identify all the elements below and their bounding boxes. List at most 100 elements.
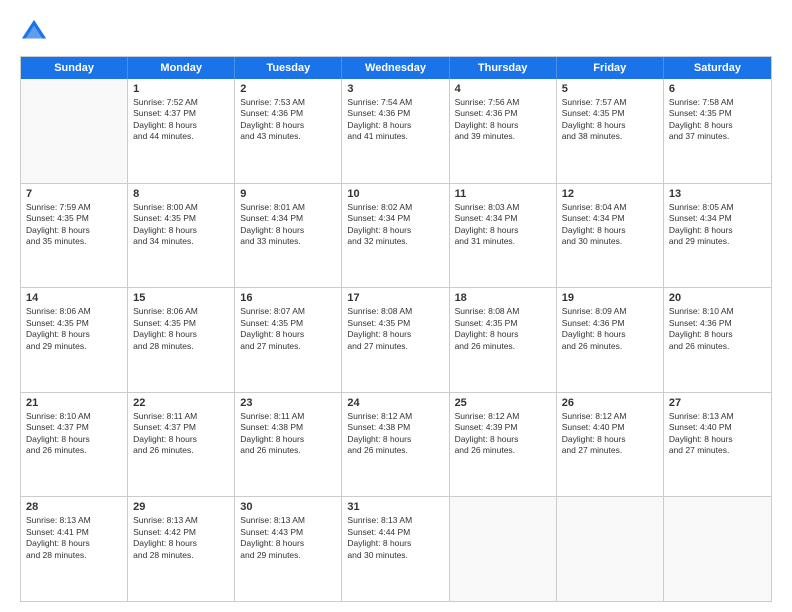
day-number: 5 bbox=[562, 83, 658, 95]
day-number: 13 bbox=[669, 188, 766, 200]
calendar-cell: 16Sunrise: 8:07 AMSunset: 4:35 PMDayligh… bbox=[235, 288, 342, 392]
calendar-cell: 30 Sunrise: 8:13 AMSunset: 4:43 PMDayligh… bbox=[235, 497, 342, 601]
day-number: 28 bbox=[26, 501, 122, 513]
calendar-cell: 1Sunrise: 7:52 AMSunset: 4:37 PMDaylight… bbox=[128, 79, 235, 183]
day-number: 2 bbox=[240, 83, 336, 95]
cell-info: Sunrise: 7:52 AMSunset: 4:37 PMDaylight:… bbox=[133, 97, 229, 143]
calendar-cell: 5Sunrise: 7:57 AMSunset: 4:35 PMDaylight… bbox=[557, 79, 664, 183]
calendar-row-4: 28 Sunrise: 8:13 AMSunset: 4:41 PMDayligh… bbox=[21, 497, 771, 601]
day-number: 11 bbox=[455, 188, 551, 200]
calendar-cell: 11 Sunrise: 8:03 AMSunset: 4:34 PMDayligh… bbox=[450, 184, 557, 288]
day-number: 4 bbox=[455, 83, 551, 95]
cell-info: Sunrise: 8:13 AMSunset: 4:41 PMDaylight:… bbox=[26, 515, 122, 561]
day-number: 8 bbox=[133, 188, 229, 200]
weekday-header-friday: Friday bbox=[557, 57, 664, 79]
cell-info: Sunrise: 8:13 AMSunset: 4:42 PMDaylight:… bbox=[133, 515, 229, 561]
day-number: 29 bbox=[133, 501, 229, 513]
calendar-cell: 12Sunrise: 8:04 AMSunset: 4:34 PMDayligh… bbox=[557, 184, 664, 288]
cell-info: Sunrise: 8:10 AMSunset: 4:37 PMDaylight:… bbox=[26, 411, 122, 457]
calendar-row-3: 21 Sunrise: 8:10 AMSunset: 4:37 PMDayligh… bbox=[21, 393, 771, 498]
day-number: 27 bbox=[669, 397, 766, 409]
logo bbox=[20, 18, 52, 46]
day-number: 18 bbox=[455, 292, 551, 304]
cell-info: Sunrise: 8:02 AMSunset: 4:34 PMDaylight:… bbox=[347, 202, 443, 248]
cell-info: Sunrise: 8:06 AMSunset: 4:35 PMDaylight:… bbox=[133, 306, 229, 352]
calendar-cell bbox=[450, 497, 557, 601]
calendar-body: 1Sunrise: 7:52 AMSunset: 4:37 PMDaylight… bbox=[21, 79, 771, 601]
calendar-cell: 10 Sunrise: 8:02 AMSunset: 4:34 PMDayligh… bbox=[342, 184, 449, 288]
cell-info: Sunrise: 8:08 AMSunset: 4:35 PMDaylight:… bbox=[455, 306, 551, 352]
day-number: 21 bbox=[26, 397, 122, 409]
cell-info: Sunrise: 8:13 AMSunset: 4:40 PMDaylight:… bbox=[669, 411, 766, 457]
calendar-cell: 24 Sunrise: 8:12 AMSunset: 4:38 PMDayligh… bbox=[342, 393, 449, 497]
day-number: 31 bbox=[347, 501, 443, 513]
calendar-cell: 28 Sunrise: 8:13 AMSunset: 4:41 PMDayligh… bbox=[21, 497, 128, 601]
calendar-cell: 9Sunrise: 8:01 AMSunset: 4:34 PMDaylight… bbox=[235, 184, 342, 288]
calendar-header: SundayMondayTuesdayWednesdayThursdayFrid… bbox=[21, 57, 771, 79]
calendar-row-0: 1Sunrise: 7:52 AMSunset: 4:37 PMDaylight… bbox=[21, 79, 771, 184]
cell-info: Sunrise: 8:13 AMSunset: 4:43 PMDaylight:… bbox=[240, 515, 336, 561]
calendar-cell: 23Sunrise: 8:11 AMSunset: 4:38 PMDayligh… bbox=[235, 393, 342, 497]
day-number: 14 bbox=[26, 292, 122, 304]
calendar-cell: 27 Sunrise: 8:13 AMSunset: 4:40 PMDayligh… bbox=[664, 393, 771, 497]
cell-info: Sunrise: 8:11 AMSunset: 4:38 PMDaylight:… bbox=[240, 411, 336, 457]
cell-info: Sunrise: 7:56 AMSunset: 4:36 PMDaylight:… bbox=[455, 97, 551, 143]
day-number: 30 bbox=[240, 501, 336, 513]
day-number: 3 bbox=[347, 83, 443, 95]
day-number: 10 bbox=[347, 188, 443, 200]
day-number: 6 bbox=[669, 83, 766, 95]
calendar-cell: 19Sunrise: 8:09 AMSunset: 4:36 PMDayligh… bbox=[557, 288, 664, 392]
calendar-cell: 14 Sunrise: 8:06 AMSunset: 4:35 PMDayligh… bbox=[21, 288, 128, 392]
day-number: 19 bbox=[562, 292, 658, 304]
calendar-cell: 13 Sunrise: 8:05 AMSunset: 4:34 PMDayligh… bbox=[664, 184, 771, 288]
day-number: 9 bbox=[240, 188, 336, 200]
weekday-header-tuesday: Tuesday bbox=[235, 57, 342, 79]
day-number: 26 bbox=[562, 397, 658, 409]
day-number: 20 bbox=[669, 292, 766, 304]
calendar-cell bbox=[21, 79, 128, 183]
cell-info: Sunrise: 8:05 AMSunset: 4:34 PMDaylight:… bbox=[669, 202, 766, 248]
day-number: 24 bbox=[347, 397, 443, 409]
calendar-cell bbox=[557, 497, 664, 601]
calendar-cell: 3 Sunrise: 7:54 AMSunset: 4:36 PMDaylight… bbox=[342, 79, 449, 183]
calendar: SundayMondayTuesdayWednesdayThursdayFrid… bbox=[20, 56, 772, 602]
cell-info: Sunrise: 8:06 AMSunset: 4:35 PMDaylight:… bbox=[26, 306, 122, 352]
cell-info: Sunrise: 8:03 AMSunset: 4:34 PMDaylight:… bbox=[455, 202, 551, 248]
calendar-cell: 26 Sunrise: 8:12 AMSunset: 4:40 PMDayligh… bbox=[557, 393, 664, 497]
weekday-header-monday: Monday bbox=[128, 57, 235, 79]
day-number: 22 bbox=[133, 397, 229, 409]
day-number: 15 bbox=[133, 292, 229, 304]
calendar-cell: 6 Sunrise: 7:58 AMSunset: 4:35 PMDaylight… bbox=[664, 79, 771, 183]
calendar-cell bbox=[664, 497, 771, 601]
cell-info: Sunrise: 8:08 AMSunset: 4:35 PMDaylight:… bbox=[347, 306, 443, 352]
day-number: 7 bbox=[26, 188, 122, 200]
weekday-header-wednesday: Wednesday bbox=[342, 57, 449, 79]
cell-info: Sunrise: 7:53 AMSunset: 4:36 PMDaylight:… bbox=[240, 97, 336, 143]
cell-info: Sunrise: 7:54 AMSunset: 4:36 PMDaylight:… bbox=[347, 97, 443, 143]
cell-info: Sunrise: 8:12 AMSunset: 4:39 PMDaylight:… bbox=[455, 411, 551, 457]
weekday-header-sunday: Sunday bbox=[21, 57, 128, 79]
calendar-cell: 31 Sunrise: 8:13 AMSunset: 4:44 PMDayligh… bbox=[342, 497, 449, 601]
cell-info: Sunrise: 8:13 AMSunset: 4:44 PMDaylight:… bbox=[347, 515, 443, 561]
calendar-cell: 25 Sunrise: 8:12 AMSunset: 4:39 PMDayligh… bbox=[450, 393, 557, 497]
day-number: 25 bbox=[455, 397, 551, 409]
cell-info: Sunrise: 8:10 AMSunset: 4:36 PMDaylight:… bbox=[669, 306, 766, 352]
calendar-row-1: 7Sunrise: 7:59 AMSunset: 4:35 PMDaylight… bbox=[21, 184, 771, 289]
logo-icon bbox=[20, 18, 48, 46]
calendar-cell: 22Sunrise: 8:11 AMSunset: 4:37 PMDayligh… bbox=[128, 393, 235, 497]
calendar-cell: 18 Sunrise: 8:08 AMSunset: 4:35 PMDayligh… bbox=[450, 288, 557, 392]
cell-info: Sunrise: 7:58 AMSunset: 4:35 PMDaylight:… bbox=[669, 97, 766, 143]
calendar-cell: 15 Sunrise: 8:06 AMSunset: 4:35 PMDayligh… bbox=[128, 288, 235, 392]
cell-info: Sunrise: 8:12 AMSunset: 4:40 PMDaylight:… bbox=[562, 411, 658, 457]
calendar-cell: 20 Sunrise: 8:10 AMSunset: 4:36 PMDayligh… bbox=[664, 288, 771, 392]
calendar-cell: 21 Sunrise: 8:10 AMSunset: 4:37 PMDayligh… bbox=[21, 393, 128, 497]
calendar-cell: 17Sunrise: 8:08 AMSunset: 4:35 PMDayligh… bbox=[342, 288, 449, 392]
cell-info: Sunrise: 8:00 AMSunset: 4:35 PMDaylight:… bbox=[133, 202, 229, 248]
cell-info: Sunrise: 8:12 AMSunset: 4:38 PMDaylight:… bbox=[347, 411, 443, 457]
calendar-cell: 2 Sunrise: 7:53 AMSunset: 4:36 PMDaylight… bbox=[235, 79, 342, 183]
cell-info: Sunrise: 8:04 AMSunset: 4:34 PMDaylight:… bbox=[562, 202, 658, 248]
header bbox=[20, 18, 772, 46]
weekday-header-thursday: Thursday bbox=[450, 57, 557, 79]
cell-info: Sunrise: 8:07 AMSunset: 4:35 PMDaylight:… bbox=[240, 306, 336, 352]
calendar-cell: 7Sunrise: 7:59 AMSunset: 4:35 PMDaylight… bbox=[21, 184, 128, 288]
